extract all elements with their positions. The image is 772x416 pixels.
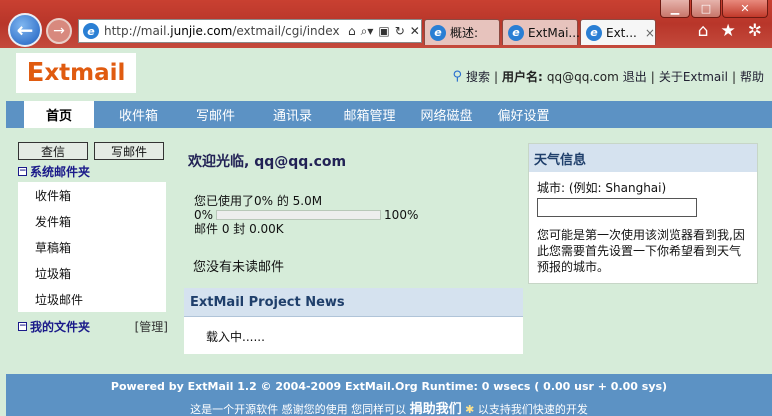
browser-tab[interactable]: e ExtMai...	[502, 19, 580, 45]
logout-link[interactable]: 退出	[623, 68, 647, 85]
news-title: ExtMail Project News	[184, 288, 523, 317]
url-suffix: /extmail/cgi/index	[232, 24, 340, 38]
main-menu: 首页 收件箱 写邮件 通讯录 邮箱管理 网络磁盘 偏好设置	[6, 101, 772, 128]
browser-chrome: ▁ □ ✕ ← → e http://mail.junjie.com/extma…	[0, 0, 772, 48]
footer-powered-by: Powered by ExtMail 1.2 © 2004-2009 ExtMa…	[110, 380, 668, 393]
stop-icon[interactable]: ✕	[410, 24, 420, 39]
mail-count: 邮件 0 封 0.00K	[194, 222, 284, 236]
close-window-button[interactable]: ✕	[722, 0, 768, 18]
username-label: 用户名:	[502, 70, 543, 84]
menu-contacts[interactable]: 通讯录	[254, 101, 331, 128]
url-domain: junjie.com	[170, 24, 233, 38]
separator: |	[493, 69, 499, 84]
check-mail-button[interactable]: 查信	[18, 142, 88, 160]
city-input[interactable]	[537, 198, 697, 217]
url-prefix: http://mail.	[104, 24, 171, 38]
tab-label: Ext...	[606, 25, 637, 40]
about-link[interactable]: 关于Extmail	[659, 68, 728, 85]
forward-arrow-icon: →	[53, 23, 65, 39]
folder-inbox[interactable]: 收件箱	[18, 182, 166, 208]
refresh-icon[interactable]: ↻	[395, 24, 405, 39]
help-link[interactable]: 帮助	[740, 68, 764, 85]
browser-tabs: e 概述: e ExtMai... e Ext... ×	[424, 19, 656, 45]
search-link[interactable]: 搜索	[466, 68, 490, 85]
address-url[interactable]: http://mail.junjie.com/extmail/cgi/index	[104, 24, 344, 38]
footer-text: 这是一个开源软件 感谢您的使用 您同样可以	[190, 403, 407, 416]
menu-preferences[interactable]: 偏好设置	[485, 101, 562, 128]
ie-tab-icon: e	[586, 24, 602, 41]
menu-netdisk[interactable]: 网络磁盘	[408, 101, 485, 128]
collapse-icon[interactable]: −	[18, 322, 27, 331]
folder-spam[interactable]: 垃圾邮件	[18, 286, 166, 312]
search-icon[interactable]: ⚲	[452, 69, 462, 84]
ie-page-icon: e	[83, 23, 99, 39]
site-icon[interactable]: ⌂	[348, 24, 356, 39]
weather-title: 天气信息	[529, 144, 757, 172]
separator: |	[650, 69, 655, 84]
folder-list: 收件箱 发件箱 草稿箱 垃圾箱 垃圾邮件	[18, 182, 166, 312]
news-loading: 载入中......	[206, 330, 265, 344]
my-folders-header: − 我的文件夹 [管理]	[18, 318, 168, 335]
maximize-button[interactable]: □	[691, 0, 721, 18]
logo-initial: E	[26, 58, 45, 88]
back-arrow-icon: ←	[16, 18, 34, 42]
ie-tab-icon: e	[508, 24, 524, 41]
gear-icon[interactable]: ✲	[748, 21, 762, 41]
welcome-title: 欢迎光临, qq@qq.com	[188, 154, 347, 170]
browser-tab[interactable]: e 概述:	[424, 19, 500, 45]
weather-note: 您可能是第一次使用该浏览器看到我,因此您需要首先设置一下你希望看到天气预报的城市…	[537, 228, 745, 274]
unread-status: 您没有未读邮件	[193, 260, 285, 275]
tab-label: 概述:	[450, 26, 479, 40]
browser-tab-active[interactable]: e Ext... ×	[580, 19, 656, 45]
news-panel: ExtMail Project News 载入中......	[184, 288, 523, 354]
my-folders-label[interactable]: 我的文件夹	[30, 318, 90, 335]
folder-sent[interactable]: 发件箱	[18, 208, 166, 234]
donate-link[interactable]: 捐助我们	[410, 402, 462, 416]
home-icon[interactable]: ⌂	[698, 21, 709, 41]
user-info-bar: ⚲ 搜索 | 用户名: qq@qq.com 退出 | 关于Extmail | 帮…	[452, 68, 764, 85]
city-label: 城市: (例如: Shanghai)	[537, 181, 667, 195]
folder-drafts[interactable]: 草稿箱	[18, 234, 166, 260]
page-header: Extmail ⚲ 搜索 | 用户名: qq@qq.com 退出 | 关于Ext…	[6, 48, 772, 97]
tab-close-icon[interactable]: ×	[645, 26, 655, 40]
back-button[interactable]: ←	[8, 13, 42, 47]
menu-home[interactable]: 首页	[24, 101, 94, 128]
browser-toolbar-icons: ⌂ ★ ✲	[698, 21, 762, 41]
forward-button[interactable]: →	[46, 18, 72, 44]
search-dropdown-icon[interactable]: ⌕▾	[361, 24, 374, 39]
collapse-icon[interactable]: −	[18, 167, 27, 176]
compat-view-icon[interactable]: ▣	[378, 24, 389, 39]
address-bar[interactable]: e http://mail.junjie.com/extmail/cgi/ind…	[78, 19, 422, 43]
compose-button[interactable]: 写邮件	[94, 142, 164, 160]
usage-max-label: 100%	[384, 208, 419, 222]
webmail-page: Extmail ⚲ 搜索 | 用户名: qq@qq.com 退出 | 关于Ext…	[6, 48, 772, 416]
menu-inbox[interactable]: 收件箱	[100, 101, 177, 128]
page-footer: Powered by ExtMail 1.2 © 2004-2009 ExtMa…	[6, 374, 772, 416]
menu-compose[interactable]: 写邮件	[177, 101, 254, 128]
username-value: qq@qq.com	[546, 69, 619, 84]
system-folders-label: 系统邮件夹	[30, 165, 91, 179]
system-folders-header[interactable]: − 系统邮件夹	[18, 163, 168, 180]
weather-panel: 天气信息 城市: (例如: Shanghai) 您可能是第一次使用该浏览器看到我…	[528, 143, 758, 284]
usage-text: 您已使用了0% 的 5.0M	[194, 194, 323, 208]
tab-label: ExtMai...	[528, 25, 580, 40]
manage-folders-link[interactable]: [管理]	[135, 318, 168, 335]
sparkle-icon: ✱	[465, 403, 475, 416]
usage-min-label: 0%	[194, 208, 214, 222]
window-controls: ▁ □ ✕	[660, 0, 768, 18]
ie-tab-icon: e	[430, 24, 446, 41]
footer-text: 以支持我们快速的开发	[477, 403, 588, 416]
extmail-logo: Extmail	[16, 53, 136, 93]
footer-donate-line: 这是一个开源软件 感谢您的使用 您同样可以 捐助我们 ✱ 以支持我们快速的开发	[6, 393, 772, 416]
logo-text: xtmail	[44, 60, 126, 86]
usage-progress-bar	[216, 210, 382, 220]
quota-usage: 您已使用了0% 的 5.0M 0% 100% 邮件 0 封 0.00K	[194, 194, 418, 236]
menu-mailbox-manage[interactable]: 邮箱管理	[331, 101, 408, 128]
folder-trash[interactable]: 垃圾箱	[18, 260, 166, 286]
separator: |	[731, 69, 736, 84]
sidebar: 查信 写邮件 − 系统邮件夹 收件箱 发件箱 草稿箱 垃圾箱 垃圾邮件 − 我的…	[18, 142, 168, 335]
favorites-star-icon[interactable]: ★	[721, 21, 736, 41]
minimize-button[interactable]: ▁	[660, 0, 690, 18]
